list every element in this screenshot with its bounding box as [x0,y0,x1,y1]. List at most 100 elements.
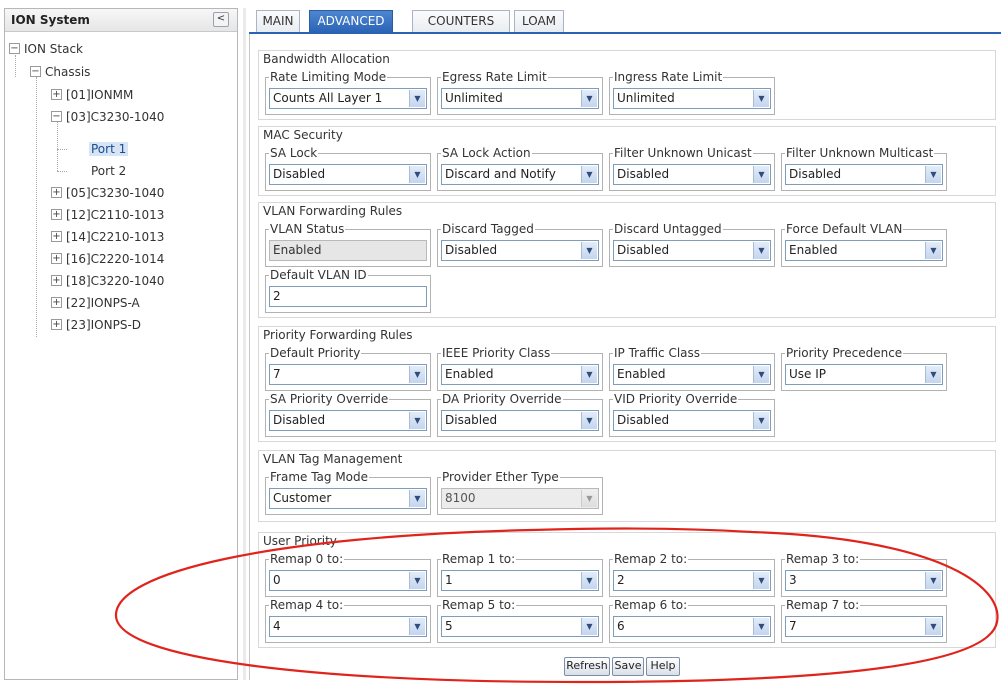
expand-icon[interactable]: + [51,209,62,220]
save-button[interactable]: Save [612,657,644,676]
bandwidth-allocation-section: Bandwidth Allocation Rate Limiting Mode … [258,50,996,120]
dropdown-arrow-icon[interactable]: ▼ [753,166,769,183]
da-priority-override-select[interactable]: Disabled ▼ [441,410,599,431]
discard-tagged-select[interactable]: Disabled ▼ [441,240,599,261]
select-value: Disabled [445,243,498,257]
collapse-panel-button[interactable]: < [213,12,229,27]
tree-item-port-1[interactable]: Port 1 [89,139,129,159]
dropdown-arrow-icon[interactable]: ▼ [753,242,769,259]
tree-item-c3230-05[interactable]: + [05]C3230-1040 [51,183,164,203]
dropdown-arrow-icon[interactable]: ▼ [581,572,597,589]
dropdown-arrow-icon[interactable]: ▼ [925,572,941,589]
panel-splitter[interactable] [243,8,246,680]
remap-3-select[interactable]: 3 ▼ [785,570,943,591]
remap-4-select[interactable]: 4 ▼ [269,616,427,637]
dropdown-arrow-icon[interactable]: ▼ [581,242,597,259]
filter-unknown-multicast-select[interactable]: Disabled ▼ [785,164,943,185]
remap-7-select[interactable]: 7 ▼ [785,616,943,637]
dropdown-arrow-icon[interactable]: ▼ [581,90,597,107]
tree-item-ionps-a[interactable]: + [22]IONPS-A [51,293,140,313]
collapse-icon[interactable]: − [51,111,62,122]
collapse-icon[interactable]: − [9,43,20,54]
dropdown-arrow-icon[interactable]: ▼ [925,366,941,383]
tree-item-chassis[interactable]: − Chassis [30,62,90,82]
sa-priority-override-select[interactable]: Disabled ▼ [269,410,427,431]
force-default-vlan-select[interactable]: Enabled ▼ [785,240,943,261]
rate-limiting-mode-field: Rate Limiting Mode Counts All Layer 1 ▼ [265,70,431,115]
ieee-priority-class-select[interactable]: Enabled ▼ [441,364,599,385]
dropdown-arrow-icon[interactable]: ▼ [409,572,425,589]
tree-label: [01]IONMM [66,88,134,102]
dropdown-arrow-icon[interactable]: ▼ [753,572,769,589]
help-button[interactable]: Help [646,657,680,676]
tree-label: [03]C3230-1040 [66,110,165,124]
tree-item-c2110[interactable]: + [12]C2110-1013 [51,205,164,225]
dropdown-arrow-icon[interactable]: ▼ [581,366,597,383]
tree-item-c3230-03[interactable]: − [03]C3230-1040 [51,107,164,127]
remap-5-select[interactable]: 5 ▼ [441,616,599,637]
expand-icon[interactable]: + [51,275,62,286]
tree-item-ion-stack[interactable]: − ION Stack [9,39,83,59]
expand-icon[interactable]: + [51,253,62,264]
remap-0-select[interactable]: 0 ▼ [269,570,427,591]
dropdown-arrow-icon[interactable]: ▼ [753,412,769,429]
sa-lock-select[interactable]: Disabled ▼ [269,164,427,185]
tab-main[interactable]: MAIN [256,10,300,33]
tab-loam[interactable]: LOAM [514,10,564,33]
remap-2-select[interactable]: 2 ▼ [613,570,771,591]
tree-item-c2210[interactable]: + [14]C2210-1013 [51,227,164,247]
mac-security-section: MAC Security SA Lock Disabled ▼ SA Lock A… [258,126,996,196]
tree-item-ionmm[interactable]: + [01]IONMM [51,85,133,105]
dropdown-arrow-icon[interactable]: ▼ [925,618,941,635]
dropdown-arrow-icon[interactable]: ▼ [409,412,425,429]
default-priority-select[interactable]: 7 ▼ [269,364,427,385]
remap-1-select[interactable]: 1 ▼ [441,570,599,591]
dropdown-arrow-icon[interactable]: ▼ [581,412,597,429]
dropdown-arrow-icon[interactable]: ▼ [753,618,769,635]
tree-item-ionps-d[interactable]: + [23]IONPS-D [51,315,141,335]
dropdown-arrow-icon[interactable]: ▼ [925,242,941,259]
field-label: Default VLAN ID [269,268,368,282]
expand-icon[interactable]: + [51,319,62,330]
dropdown-arrow-icon[interactable]: ▼ [753,366,769,383]
dropdown-arrow-icon[interactable]: ▼ [581,166,597,183]
rate-limiting-mode-select[interactable]: Counts All Layer 1 ▼ [269,88,427,109]
tree-item-c3220[interactable]: + [18]C3220-1040 [51,271,164,291]
expand-icon[interactable]: + [51,187,62,198]
egress-rate-limit-select[interactable]: Unlimited ▼ [441,88,599,109]
tab-counters[interactable]: COUNTERS [412,10,510,33]
field-label: Filter Unknown Multicast [785,146,935,160]
dropdown-arrow-icon[interactable]: ▼ [409,166,425,183]
ingress-rate-limit-select[interactable]: Unlimited ▼ [613,88,771,109]
dropdown-arrow-icon[interactable]: ▼ [925,166,941,183]
dropdown-arrow-icon[interactable]: ▼ [409,366,425,383]
sa-lock-action-select[interactable]: Discard and Notify ▼ [441,164,599,185]
field-label: VID Priority Override [613,392,739,406]
priority-precedence-select[interactable]: Use IP ▼ [785,364,943,385]
tab-advanced[interactable]: ADVANCED [309,10,393,33]
remap-4-field: Remap 4 to: 4 ▼ [265,598,431,643]
filter-unknown-unicast-field: Filter Unknown Unicast Disabled ▼ [609,146,775,191]
filter-unknown-unicast-select[interactable]: Disabled ▼ [613,164,771,185]
refresh-button[interactable]: Refresh [564,657,610,676]
tree-item-port-2[interactable]: Port 2 [91,161,126,181]
sa-lock-action-field: SA Lock Action Discard and Notify ▼ [437,146,603,191]
dropdown-arrow-icon[interactable]: ▼ [409,490,425,507]
expand-icon[interactable]: + [51,89,62,100]
tree-item-c2220[interactable]: + [16]C2220-1014 [51,249,164,269]
dropdown-arrow-icon[interactable]: ▼ [753,90,769,107]
dropdown-arrow-icon[interactable]: ▼ [581,618,597,635]
default-vlan-id-input[interactable]: 2 [269,286,427,307]
discard-untagged-select[interactable]: Disabled ▼ [613,240,771,261]
vid-priority-override-select[interactable]: Disabled ▼ [613,410,771,431]
select-value: Disabled [273,413,326,427]
dropdown-arrow-icon[interactable]: ▼ [409,90,425,107]
frame-tag-mode-select[interactable]: Customer ▼ [269,488,427,509]
expand-icon[interactable]: + [51,231,62,242]
ip-traffic-class-select[interactable]: Enabled ▼ [613,364,771,385]
field-label: IP Traffic Class [613,346,702,360]
remap-6-select[interactable]: 6 ▼ [613,616,771,637]
collapse-icon[interactable]: − [30,66,41,77]
expand-icon[interactable]: + [51,297,62,308]
dropdown-arrow-icon[interactable]: ▼ [409,618,425,635]
